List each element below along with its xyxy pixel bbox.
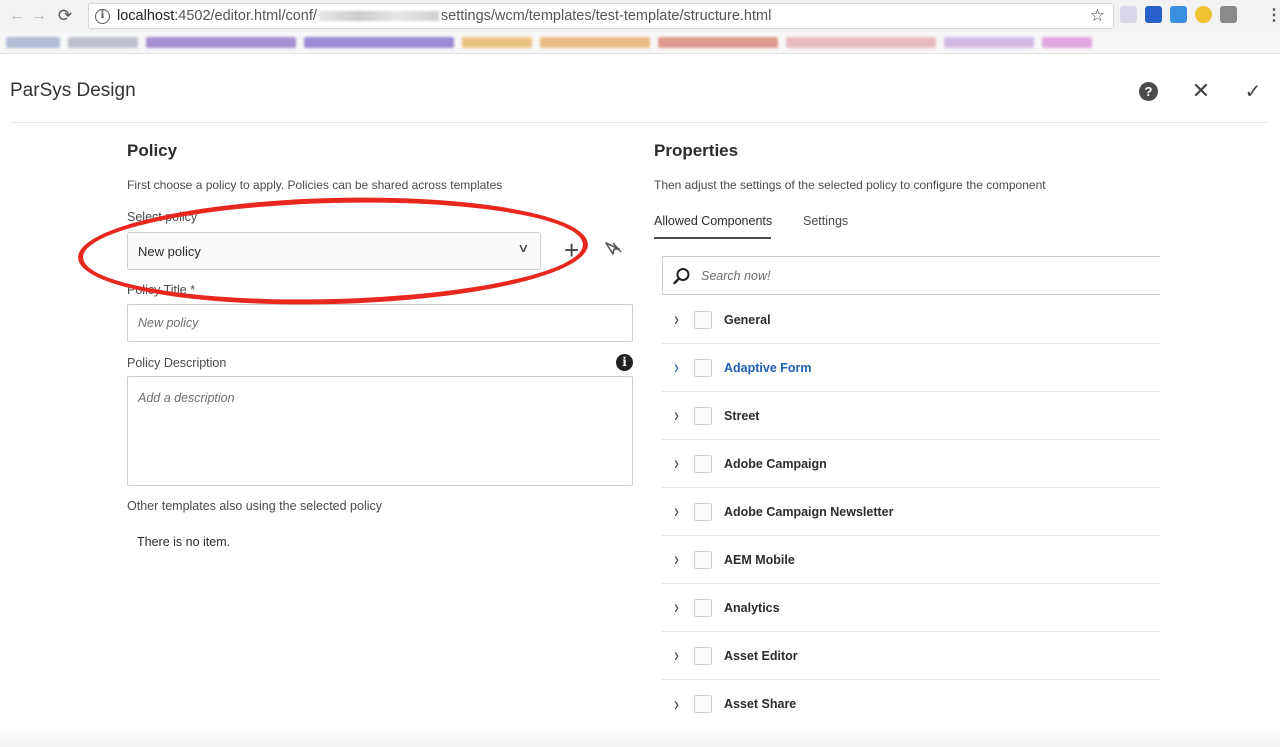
chevron-right-icon[interactable]: › (674, 356, 690, 378)
extension-icon[interactable] (1170, 6, 1187, 23)
browser-toolbar: ← → ⟳ i localhost :4502/editor.html/conf… (0, 0, 1280, 32)
chevron-right-icon[interactable]: › (674, 693, 690, 715)
component-group-label: Analytics (724, 600, 780, 615)
component-group-row[interactable]: › Street (662, 392, 1160, 440)
bookmark-item[interactable] (540, 37, 650, 48)
policy-select-value: New policy (138, 243, 201, 259)
policy-title-input[interactable]: New policy (127, 304, 633, 342)
group-checkbox[interactable] (694, 502, 712, 521)
policy-description-placeholder: Add a description (138, 391, 235, 405)
chevron-right-icon[interactable]: › (674, 596, 690, 618)
tab-settings[interactable]: Settings (803, 214, 848, 228)
bookmark-item[interactable] (6, 37, 60, 48)
browser-menu-icon[interactable]: ⋮ (1266, 5, 1280, 25)
component-group-row[interactable]: › Asset Share (662, 680, 1160, 728)
close-icon[interactable]: ✕ (1190, 78, 1212, 103)
chevron-right-icon[interactable]: › (674, 308, 690, 330)
address-bar[interactable]: i localhost :4502/editor.html/conf/ sett… (88, 3, 1114, 29)
chevron-right-icon[interactable]: › (674, 548, 690, 570)
bookmark-item[interactable] (658, 37, 778, 48)
extension-icon[interactable] (1195, 6, 1212, 23)
policy-title-placeholder: New policy (138, 316, 199, 330)
group-checkbox[interactable] (694, 358, 712, 377)
group-checkbox[interactable] (694, 550, 712, 569)
component-group-row[interactable]: › Adobe Campaign Newsletter (662, 488, 1160, 536)
component-search-input[interactable]: Search now! (662, 256, 1160, 295)
component-group-label: Street (724, 408, 760, 423)
component-group-label: General (724, 312, 771, 327)
bookmark-item[interactable] (1042, 37, 1092, 48)
component-group-row[interactable]: › Asset Editor (662, 632, 1160, 680)
group-checkbox[interactable] (694, 310, 712, 329)
group-checkbox[interactable] (694, 598, 712, 617)
extensions-area (1120, 6, 1237, 23)
back-arrow-icon[interactable]: ← (6, 7, 28, 25)
bookmark-item[interactable] (944, 37, 1034, 48)
extension-icon[interactable] (1220, 6, 1237, 23)
dialog-header: ParSys Design ? ✕ ✓ (0, 56, 1280, 124)
chevron-right-icon[interactable]: › (674, 452, 690, 474)
group-checkbox[interactable] (694, 406, 712, 425)
policy-description-label: Policy Description (127, 356, 227, 370)
component-group-label: Adaptive Form (724, 360, 812, 375)
bookmark-item[interactable] (786, 37, 936, 48)
help-icon[interactable]: ? (1139, 82, 1158, 101)
url-redacted (318, 11, 439, 21)
component-group-row[interactable]: › Adobe Campaign (662, 440, 1160, 488)
component-group-row[interactable]: › AEM Mobile (662, 536, 1160, 584)
tab-allowed-components[interactable]: Allowed Components (654, 214, 772, 228)
policy-description-textarea[interactable]: Add a description (127, 376, 633, 486)
bottom-edge (0, 727, 1280, 747)
chevron-down-icon: ∨ (517, 241, 530, 255)
properties-heading: Properties (654, 141, 739, 160)
group-checkbox[interactable] (694, 454, 712, 473)
extension-icon[interactable] (1145, 6, 1162, 23)
no-item-text: There is no item. (137, 535, 231, 549)
url-host: localhost (117, 8, 175, 24)
chevron-right-icon[interactable]: › (674, 500, 690, 522)
active-tab-indicator (654, 237, 771, 239)
header-divider (10, 122, 1268, 123)
url-path-start: :4502/editor.html/conf/ (174, 8, 317, 24)
policy-title-label: Policy Title * (127, 283, 196, 297)
info-icon[interactable]: i (616, 354, 633, 371)
url-path-end: settings/wcm/templates/test-template/str… (440, 8, 772, 24)
component-group-label: AEM Mobile (724, 552, 795, 567)
search-icon (673, 267, 690, 284)
reload-icon[interactable]: ⟳ (54, 6, 76, 26)
search-placeholder: Search now! (701, 268, 771, 283)
bookmark-star-icon[interactable]: ☆ (1090, 6, 1105, 26)
other-templates-label: Other templates also using the selected … (127, 499, 382, 513)
component-group-row[interactable]: › Analytics (662, 584, 1160, 632)
properties-description: Then adjust the settings of the selected… (654, 178, 1046, 192)
bookmark-item[interactable] (68, 37, 138, 48)
confirm-checkmark-icon[interactable]: ✓ (1242, 80, 1264, 103)
group-checkbox[interactable] (694, 695, 712, 713)
bookmark-item[interactable] (304, 37, 454, 48)
bookmark-item[interactable] (146, 37, 296, 48)
component-list: › General › Adaptive Form › Street › Ado… (662, 296, 1160, 728)
group-checkbox[interactable] (694, 646, 712, 665)
extension-icon[interactable] (1120, 6, 1137, 23)
dialog-title: ParSys Design (10, 80, 136, 101)
forward-arrow-icon[interactable]: → (28, 7, 50, 25)
policy-select[interactable]: New policy ∨ (127, 232, 541, 270)
component-group-label: Adobe Campaign Newsletter (724, 504, 894, 519)
chevron-right-icon[interactable]: › (674, 404, 690, 426)
add-policy-icon[interactable]: + (564, 237, 579, 263)
component-group-label: Asset Editor (724, 648, 798, 663)
component-group-row[interactable]: › General (662, 296, 1160, 344)
select-policy-cursor-icon[interactable] (603, 240, 623, 260)
policy-description: First choose a policy to apply. Policies… (127, 178, 503, 192)
chevron-right-icon[interactable]: › (674, 644, 690, 666)
component-group-label: Adobe Campaign (724, 456, 827, 471)
policy-heading: Policy (127, 141, 178, 160)
select-policy-label: Select policy (127, 210, 198, 224)
component-group-row[interactable]: › Adaptive Form (662, 344, 1160, 392)
bookmark-item[interactable] (462, 37, 532, 48)
site-info-icon[interactable]: i (95, 8, 110, 24)
component-group-label: Asset Share (724, 697, 797, 711)
bookmarks-bar (0, 32, 1280, 54)
